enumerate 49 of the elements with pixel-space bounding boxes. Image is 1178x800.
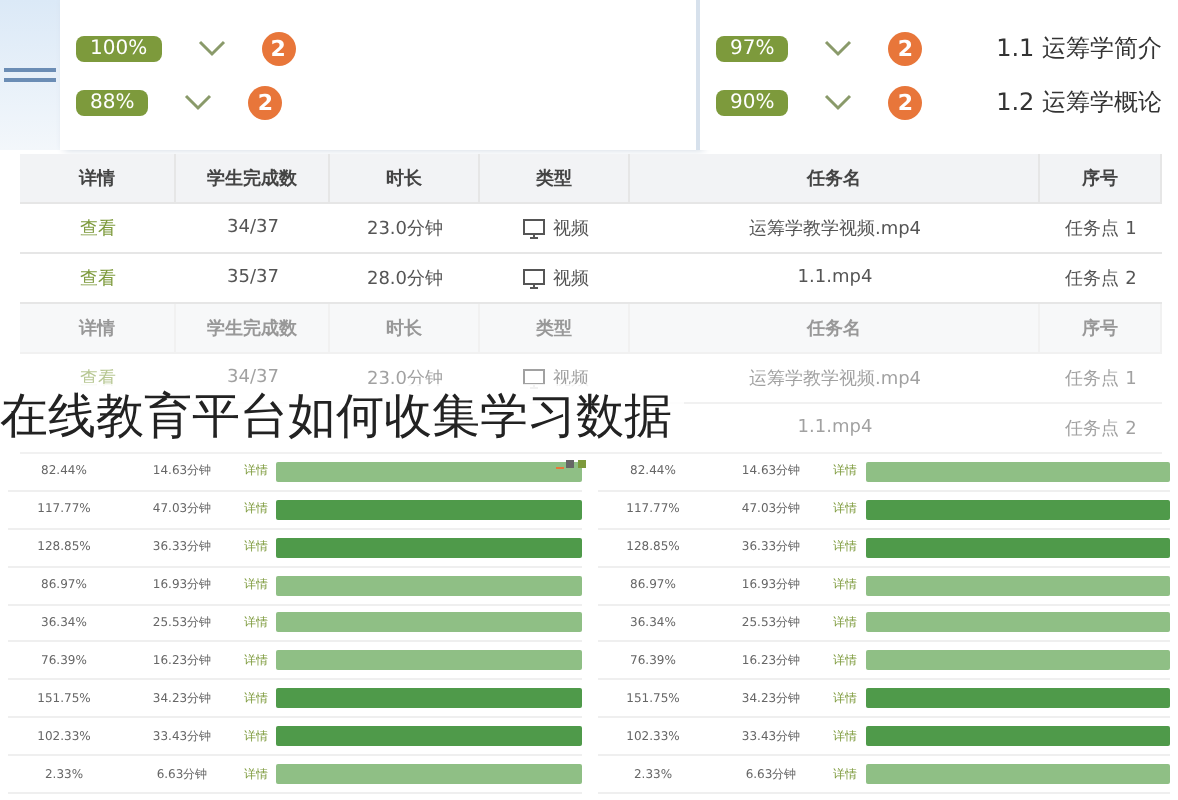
table-cell-text: 视频 [553, 217, 589, 241]
table-cell-text: 任务点 1 [1065, 367, 1137, 391]
percent-badge: 90% [716, 89, 789, 115]
table-cell-text: 23.0分钟 [366, 367, 444, 391]
column-header: 类型 [480, 304, 630, 354]
table-cell-text: 23.0分钟 [366, 217, 444, 241]
view-link[interactable]: 查看 [80, 365, 116, 391]
check-icon [824, 92, 853, 112]
monitor-icon [521, 267, 545, 289]
count-badge: 2 [261, 31, 296, 65]
percent-badge: 97% [716, 35, 789, 61]
column-header: 时长 [330, 154, 480, 204]
monitor-icon [521, 367, 545, 389]
column-header: 详情 [20, 154, 176, 204]
column-header: 任务名 [630, 154, 1040, 204]
table-cell-text: 28.0分钟 [366, 267, 444, 291]
window-controls-icon[interactable] [556, 458, 588, 470]
chapter-title[interactable]: 1.1 运筹学简介 [996, 31, 1162, 65]
table-cell: 34/37 [227, 368, 279, 388]
percent-badge: 88% [76, 89, 149, 115]
table-cell: 1.1.mp4 [797, 268, 873, 288]
percent-badge: 100% [76, 35, 162, 61]
table-cell-text: 运筹学教学视频.mp4 [748, 217, 922, 241]
table-cell-text: 任务点 2 [1065, 417, 1137, 441]
check-icon [824, 38, 853, 58]
table-cell: 1.1.mp4 [797, 418, 873, 438]
table-cell-text: 运筹学教学视频.mp4 [748, 367, 922, 391]
table-cell-text: 视频 [553, 267, 589, 291]
column-header: 时长 [330, 304, 480, 354]
table-cell-text: 任务点 2 [1065, 267, 1137, 291]
monitor-icon [521, 217, 545, 239]
column-header: 学生完成数 [176, 304, 330, 354]
check-icon [197, 38, 226, 58]
count-badge: 2 [888, 85, 923, 119]
chapter-title[interactable]: 1.2 运筹学概论 [996, 85, 1162, 119]
count-badge: 2 [248, 85, 283, 119]
check-icon [184, 92, 213, 112]
column-header: 详情 [20, 304, 176, 354]
count-badge: 2 [888, 31, 923, 65]
view-link[interactable]: 查看 [80, 215, 116, 241]
table-cell-text: 任务点 1 [1065, 217, 1137, 241]
table-cell: 35/37 [227, 268, 279, 288]
column-header: 学生完成数 [176, 154, 330, 204]
view-link[interactable]: 查看 [80, 265, 116, 291]
column-header: 任务名 [630, 304, 1040, 354]
column-header: 序号 [1040, 304, 1162, 354]
column-header: 序号 [1040, 154, 1162, 204]
table-cell: 34/37 [227, 218, 279, 238]
column-header: 类型 [480, 154, 630, 204]
